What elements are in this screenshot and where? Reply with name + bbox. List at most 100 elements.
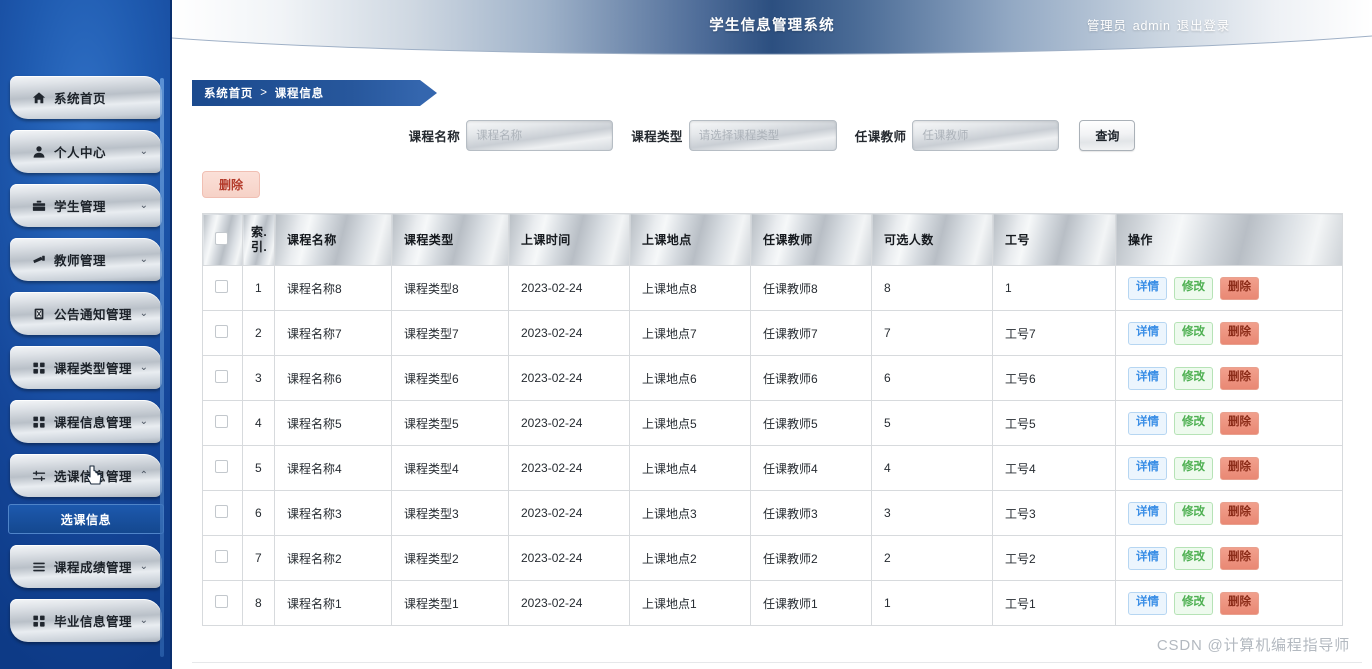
cell-actions: 详情 修改 删除 <box>1115 310 1343 356</box>
search-input-0[interactable] <box>466 120 614 151</box>
cell-class-time: 2023-02-24 <box>508 445 630 491</box>
row-checkbox[interactable] <box>215 370 228 383</box>
course-type-select[interactable] <box>688 120 837 151</box>
sidebar-item-9[interactable]: 毕业信息管理 ⌄ <box>10 599 162 642</box>
column-header-class-time: 上课时间 <box>508 213 630 266</box>
cell-course-type: 课程类型4 <box>391 445 509 491</box>
sidebar-item-3[interactable]: 教师管理 ⌄ <box>10 238 162 281</box>
briefcase-icon <box>24 199 54 213</box>
sidebar-subitem-course-selection[interactable]: 选课信息 <box>8 504 164 534</box>
sidebar-item-5[interactable]: 课程类型管理 ⌄ <box>10 346 162 389</box>
cell-course-name: 课程名称3 <box>274 490 392 536</box>
row-edit-button[interactable]: 修改 <box>1174 501 1213 525</box>
sidebar-item-label: 公告通知管理 <box>54 308 133 322</box>
row-edit-button[interactable]: 修改 <box>1174 321 1213 345</box>
user-area: 管理员 admin 退出登录 <box>1087 15 1230 34</box>
row-checkbox[interactable] <box>215 325 228 338</box>
row-detail-button[interactable]: 详情 <box>1128 546 1167 570</box>
row-edit-button[interactable]: 修改 <box>1174 366 1213 390</box>
column-header-capacity: 可选人数 <box>871 213 993 266</box>
sidebar-item-label: 学生管理 <box>54 200 107 214</box>
row-detail-button[interactable]: 详情 <box>1128 366 1167 390</box>
row-delete-button[interactable]: 删除 <box>1220 411 1259 435</box>
sidebar-item-2[interactable]: 学生管理 ⌄ <box>10 184 162 227</box>
row-detail-button[interactable]: 详情 <box>1128 591 1167 615</box>
chevron-down-icon: ⌄ <box>139 614 148 626</box>
list-icon <box>24 560 54 574</box>
course-table-body: 1 课程名称8 课程类型8 2023-02-24 上课地点8 任课教师8 8 1 详情 修改 删除 2… <box>202 265 1343 626</box>
sidebar-item-label: 毕业信息管理 <box>54 615 133 629</box>
sidebar-item-4[interactable]: 公告通知管理 ⌄ <box>10 292 162 335</box>
row-delete-button[interactable]: 删除 <box>1220 276 1259 300</box>
row-checkbox[interactable] <box>215 460 228 473</box>
cell-index: 8 <box>242 580 275 626</box>
cell-job-no: 工号7 <box>992 310 1116 356</box>
cell-course-type: 课程类型2 <box>391 535 509 581</box>
sidebar-item-6[interactable]: 课程信息管理 ⌄ <box>10 400 162 443</box>
user-icon <box>24 145 54 159</box>
cell-actions: 详情 修改 删除 <box>1115 490 1343 536</box>
cell-course-type: 课程类型8 <box>391 265 509 311</box>
sidebar-item-label: 课程成绩管理 <box>54 561 133 575</box>
search-label-2: 任课教师 <box>854 130 907 144</box>
row-edit-button[interactable]: 修改 <box>1174 411 1213 435</box>
clipboard-icon <box>24 307 54 321</box>
row-edit-button[interactable]: 修改 <box>1174 591 1213 615</box>
cell-job-no: 工号1 <box>992 580 1116 626</box>
cell-capacity: 6 <box>871 355 993 401</box>
select-all-checkbox[interactable] <box>215 231 228 245</box>
chevron-down-icon: ⌄ <box>139 560 148 572</box>
course-table-head: 索. 引. 课程名称 课程类型 上课时间 上课地点 任课教师 可选人数 工号 操… <box>202 213 1343 266</box>
batch-delete-button[interactable]: 删除 <box>202 171 260 198</box>
top-header: 学生信息管理系统 管理员 admin 退出登录 <box>172 0 1372 58</box>
cell-capacity: 4 <box>871 445 993 491</box>
row-detail-button[interactable]: 详情 <box>1128 501 1167 525</box>
row-detail-button[interactable]: 详情 <box>1128 411 1167 435</box>
row-checkbox[interactable] <box>215 415 228 428</box>
row-edit-button[interactable]: 修改 <box>1174 276 1213 300</box>
search-input-2[interactable] <box>912 120 1060 151</box>
row-select-cell <box>202 580 243 626</box>
row-checkbox[interactable] <box>215 595 228 608</box>
breadcrumb-home-link[interactable]: 系统首页 <box>204 85 253 101</box>
row-checkbox[interactable] <box>215 280 228 293</box>
row-checkbox[interactable] <box>215 550 228 563</box>
index-header-line1: 索. <box>251 224 268 239</box>
sidebar-item-8[interactable]: 课程成绩管理 ⌄ <box>10 545 162 588</box>
sidebar-item-label: 课程类型管理 <box>54 362 133 376</box>
row-delete-button[interactable]: 删除 <box>1220 501 1259 525</box>
sidebar-item-7[interactable]: 选课信息管理 ⌃ <box>10 454 162 497</box>
cell-job-no: 工号2 <box>992 535 1116 581</box>
row-edit-button[interactable]: 修改 <box>1174 456 1213 480</box>
course-table: 索. 引. 课程名称 课程类型 上课时间 上课地点 任课教师 可选人数 工号 操… <box>202 213 1343 626</box>
row-delete-button[interactable]: 删除 <box>1220 546 1259 570</box>
cell-index: 7 <box>242 535 275 581</box>
main-content: 系统首页 > 课程信息 课程名称课程类型任课教师查询 删除 <box>172 58 1372 669</box>
row-delete-button[interactable]: 删除 <box>1220 591 1259 615</box>
index-header-line2: 引. <box>251 239 268 254</box>
cell-index: 1 <box>242 265 275 311</box>
cell-capacity: 1 <box>871 580 993 626</box>
row-delete-button[interactable]: 删除 <box>1220 366 1259 390</box>
cell-job-no: 工号4 <box>992 445 1116 491</box>
row-edit-button[interactable]: 修改 <box>1174 546 1213 570</box>
row-select-cell <box>202 400 243 446</box>
row-detail-button[interactable]: 详情 <box>1128 321 1167 345</box>
cell-class-place: 上课地点4 <box>629 445 751 491</box>
table-row: 2 课程名称7 课程类型7 2023-02-24 上课地点7 任课教师7 7 工号7 详情 修改删… <box>202 310 1343 356</box>
row-delete-button[interactable]: 删除 <box>1220 456 1259 480</box>
cell-capacity: 5 <box>871 400 993 446</box>
sidebar-item-0[interactable]: 系统首页 <box>10 76 162 119</box>
breadcrumb-current: 课程信息 <box>274 88 324 100</box>
sidebar-item-1[interactable]: 个人中心 ⌄ <box>10 130 162 173</box>
row-detail-button[interactable]: 详情 <box>1128 456 1167 480</box>
table-row: 1 课程名称8 课程类型8 2023-02-24 上课地点8 任课教师8 8 1 详情 修改 删除 <box>202 265 1343 311</box>
cell-capacity: 7 <box>871 310 993 356</box>
logout-link[interactable]: 退出登录 <box>1177 15 1230 34</box>
cell-teacher: 任课教师3 <box>750 490 872 536</box>
cell-teacher: 任课教师4 <box>750 445 872 491</box>
row-checkbox[interactable] <box>215 505 228 518</box>
query-button[interactable]: 查询 <box>1079 120 1136 151</box>
row-detail-button[interactable]: 详情 <box>1128 276 1167 300</box>
row-delete-button[interactable]: 删除 <box>1220 321 1259 345</box>
